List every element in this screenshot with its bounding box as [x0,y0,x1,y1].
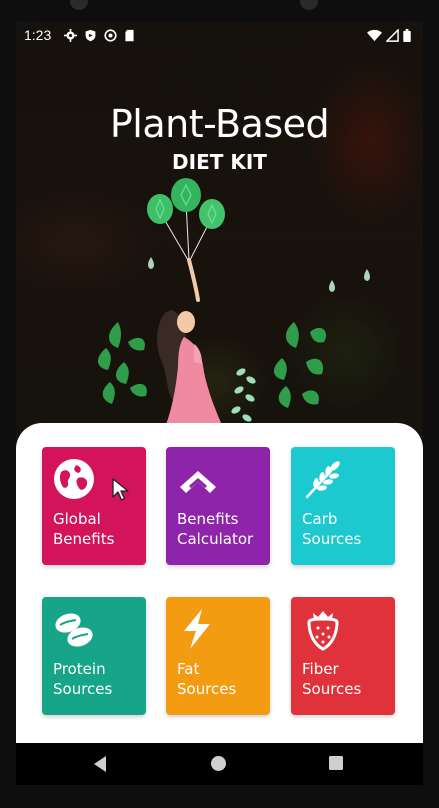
wifi-icon [367,29,382,41]
tile-label-line1: Global [53,510,101,528]
battery-icon [403,28,411,42]
categories-panel: Global Benefits Benefits Calculator Carb… [16,423,423,785]
status-time: 1:23 [24,27,52,43]
tile-label-line1: Fat [177,660,200,678]
tile-fat-sources[interactable]: Fat Sources [166,597,270,715]
tile-benefits-calculator[interactable]: Benefits Calculator [166,447,270,565]
status-bar: 1:23 [16,22,423,48]
girl-with-balloons-illustration [97,178,370,450]
status-icons-right [367,28,411,42]
back-icon[interactable] [92,755,108,773]
app-title: Plant-Based [109,102,330,146]
lightning-icon [184,609,210,649]
tile-label-line2: Sources [177,680,237,698]
device-frame: 1:23 Plant-Based DIET KIT Global Benefit… [0,0,439,808]
home-icon[interactable] [210,755,227,772]
girl-figure [157,258,226,450]
signal-icon [386,28,399,42]
tile-carb-sources[interactable]: Carb Sources [291,447,395,565]
sd-card-icon [125,29,134,41]
tile-label-line1: Benefits [177,510,239,528]
status-icons-left [64,28,135,42]
tile-protein-sources[interactable]: Protein Sources [42,597,146,715]
app-screen: 1:23 Plant-Based DIET KIT Global Benefit… [16,22,423,785]
tile-fiber-sources[interactable]: Fiber Sources [291,597,395,715]
sync-icon [104,28,117,42]
tile-label-line2: Sources [302,680,362,698]
shield-icon [85,29,96,41]
strawberry-icon [307,611,339,651]
bezel-left [0,0,16,808]
balloons [147,178,225,229]
chevron-up-icon [180,471,216,493]
camera-dot [70,0,88,10]
tile-label-line2: Benefits [53,530,115,548]
tile-label-line2: Sources [302,530,362,548]
bezel-top [0,0,439,22]
bezel-right [423,0,439,808]
tile-label-line1: Protein [53,660,106,678]
android-nav-bar [16,743,423,785]
settings-icon [64,28,77,42]
tile-label-line1: Carb [302,510,338,528]
app-subtitle: DIET KIT [172,150,267,174]
wheat-icon [305,461,340,499]
bezel-bottom [0,785,439,808]
tile-label-line2: Calculator [177,530,254,548]
mouse-pointer-icon [112,478,129,501]
recents-icon[interactable] [328,755,344,771]
sensor-dot [300,0,318,10]
tile-label-line1: Fiber [302,660,339,678]
seeds-icon [55,613,93,647]
tile-label-line2: Sources [53,680,113,698]
globe-icon [54,459,94,499]
tile-global-benefits[interactable]: Global Benefits [42,447,146,565]
